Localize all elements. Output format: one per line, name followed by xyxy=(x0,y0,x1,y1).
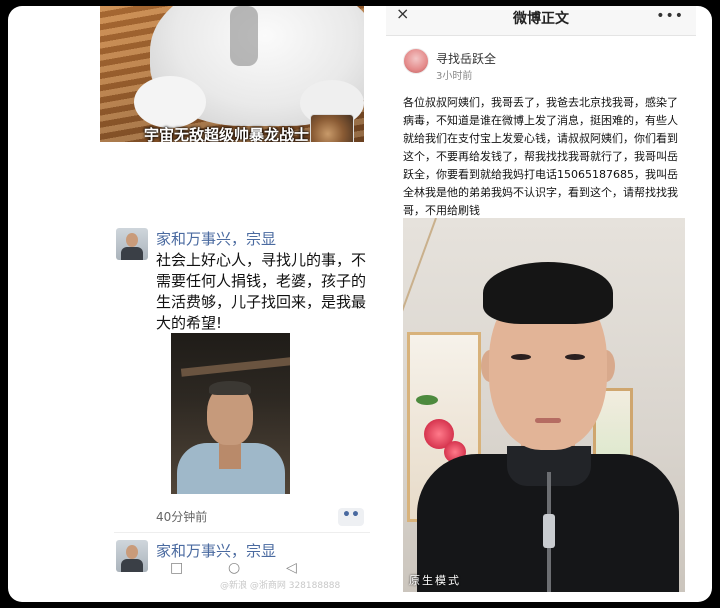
author-avatar[interactable] xyxy=(116,228,148,260)
cat-paw-shape xyxy=(134,76,206,128)
next-post-author-name[interactable]: 家和万事兴，宗显 xyxy=(156,540,276,561)
mouth-shape xyxy=(535,418,561,423)
dog-thumbnail[interactable] xyxy=(310,114,354,142)
hair-shape xyxy=(209,381,251,395)
post-timestamp: 40分钟前 xyxy=(156,510,208,524)
left-feed-panel: 宇宙无敌超级帅暴龙战士 家和万事兴，宗显 社会上好心人，寻找儿的事，不需要任何人… xyxy=(24,6,370,602)
square-nav-icon[interactable]: □ xyxy=(170,560,183,576)
weibo-post-photo[interactable]: 原生模式 xyxy=(403,218,685,592)
eye-shape xyxy=(565,354,585,360)
weibo-author-avatar[interactable] xyxy=(403,48,429,74)
eye-shape xyxy=(511,354,531,360)
cat-photo-caption: 宇宙无敌超级帅暴龙战士 xyxy=(144,126,310,142)
photo-mode-label: 原生模式 xyxy=(409,574,461,587)
weibo-header: × 微博正文 ••• xyxy=(386,6,696,36)
wire-shape xyxy=(403,218,437,341)
post-photo[interactable] xyxy=(171,333,290,494)
post-author-name[interactable]: 家和万事兴，宗显 xyxy=(156,228,276,249)
post-divider xyxy=(114,532,370,533)
weibo-post-text: 各位叔叔阿姨们，我哥丢了，我爸去北京找我哥，感染了病毒，不知道是谁在微博上发了消… xyxy=(403,96,678,217)
weibo-page-title: 微博正文 xyxy=(513,11,569,27)
post-text: 社会上好心人，寻找儿的事，不需要任何人捐钱，老婆，孩子的生活费够，儿子找回来，是… xyxy=(156,251,367,332)
ceiling-beam-shape xyxy=(180,357,290,377)
hair-shape xyxy=(483,262,613,324)
cat-photo[interactable]: 宇宙无敌超级帅暴龙战士 xyxy=(100,6,364,142)
post-more-button[interactable]: •• xyxy=(338,508,364,526)
triangle-back-icon[interactable]: ◁ xyxy=(286,560,297,576)
weibo-post-time: 3小时前 xyxy=(436,71,473,82)
screenshot-frame: 宇宙无敌超级帅暴龙战士 家和万事兴，宗显 社会上好心人，寻找儿的事，不需要任何人… xyxy=(8,6,712,602)
cat-stripe-shape xyxy=(230,6,258,66)
watermark-text: @新浪 @浙商网 328188888 xyxy=(220,581,341,591)
right-weibo-panel: × 微博正文 ••• 寻找岳跃全 3小时前 各位叔叔阿姨们，我哥丢了，我爸去北京… xyxy=(386,6,696,602)
avatar-head-shape xyxy=(126,545,138,559)
weibo-author-name[interactable]: 寻找岳跃全 xyxy=(436,50,496,67)
circle-nav-icon[interactable]: ○ xyxy=(228,560,240,576)
android-nav-bar: □ ○ ◁ @新浪 @浙商网 328188888 xyxy=(24,560,370,594)
leaf-shape xyxy=(416,395,438,405)
avatar-torso-shape xyxy=(121,247,143,260)
avatar-head-shape xyxy=(126,233,138,247)
more-options-icon[interactable]: ••• xyxy=(656,8,684,24)
zipper-pull-shape xyxy=(543,514,555,548)
